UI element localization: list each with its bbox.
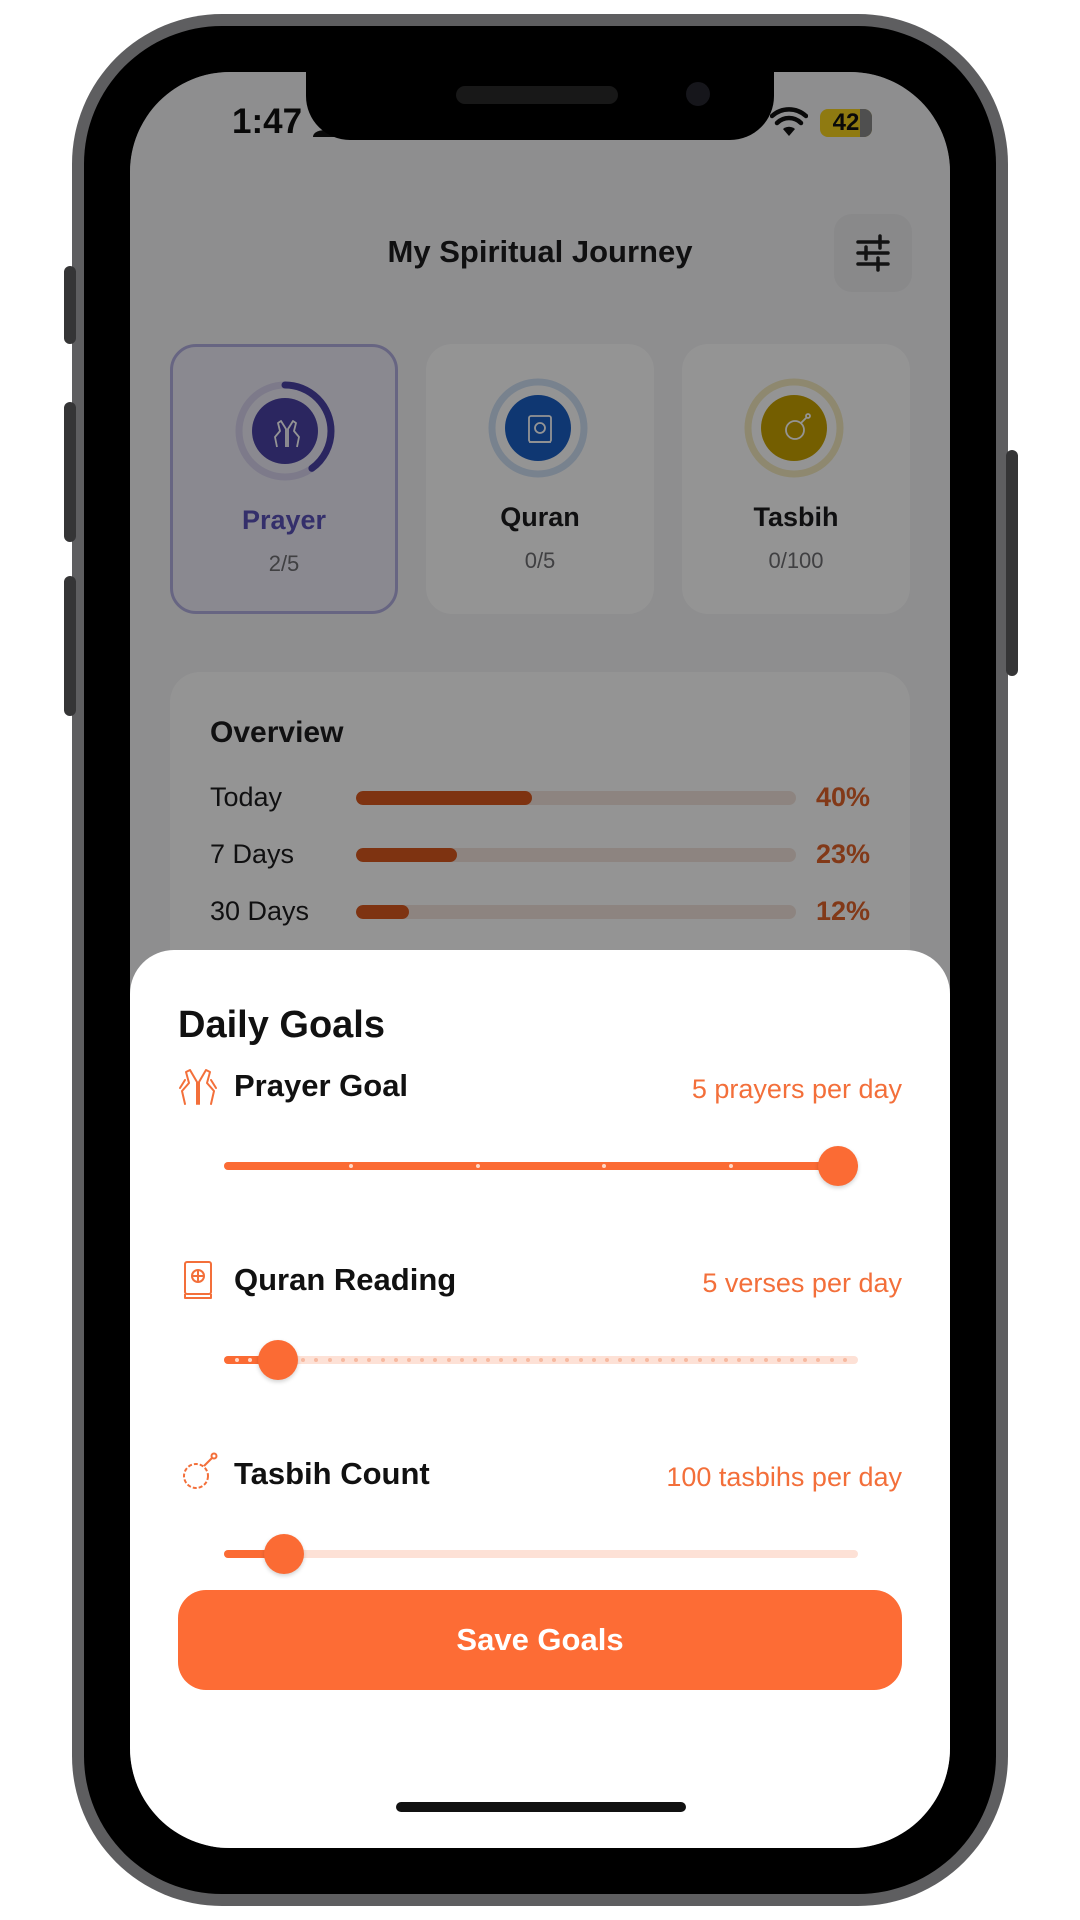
slider-tick [380,1358,385,1362]
tasbih-count-label: Tasbih Count [234,1456,430,1491]
power-button [1006,450,1018,676]
slider-tick [776,1358,781,1362]
quran-book-icon [184,1261,212,1299]
quran-reading-value: 5 verses per day [702,1268,902,1298]
tasbih-count-value: 100 tasbihs per day [666,1462,902,1492]
slider-tick [406,1358,411,1362]
slider-tick [591,1358,596,1362]
praying-hands-icon [179,1069,217,1105]
mute-switch [64,266,76,344]
daily-goals-sheet: Daily Goals Prayer Goal 5 prayers per da… [130,950,950,1848]
sheet-title: Daily Goals [178,1004,385,1046]
tasbih-count-slider[interactable] [224,1534,858,1574]
slider-tick [697,1358,702,1362]
quran-reading-label: Quran Reading [234,1262,457,1297]
prayer-goal-slider[interactable] [224,1146,858,1186]
slider-tick [512,1358,517,1362]
slider-tick [723,1358,728,1362]
slider-tick [644,1358,649,1362]
slider-tick [829,1358,834,1362]
slider-thumb[interactable] [818,1146,858,1186]
slider-fill [224,1162,858,1170]
slider-thumb[interactable] [257,1340,298,1380]
prayer-goal-label: Prayer Goal [234,1068,409,1103]
slider-tick [657,1358,662,1362]
tasbih-beads-icon [183,1452,218,1489]
volume-up-button [64,402,76,542]
quran-reading-slider[interactable] [224,1340,858,1380]
slider-tick [763,1358,768,1362]
slider-tick [459,1358,464,1362]
slider-tick [327,1358,332,1362]
slider-tick [710,1358,715,1362]
slider-tick [539,1358,543,1362]
save-goals-button[interactable]: Save Goals [178,1590,902,1690]
slider-track [224,1550,858,1558]
slider-tick [789,1358,794,1362]
slider-tick [525,1358,530,1362]
slider-tick [842,1358,847,1362]
slider-thumb[interactable] [264,1534,305,1574]
volume-down-button [64,576,76,716]
slider-tick [578,1358,583,1362]
home-indicator[interactable] [396,1802,686,1812]
slider-tick [475,1164,480,1168]
slider-tick [472,1358,477,1362]
slider-tick [393,1358,398,1362]
prayer-goal-value: 5 prayers per day [691,1074,902,1104]
app-screen: 1:47 42 My Spiritual Journey Prayer 2/5 … [130,72,950,1848]
slider-tick [605,1358,610,1362]
slider-tick [348,1164,353,1168]
slider-tick [340,1358,345,1362]
slider-tick [446,1358,451,1362]
